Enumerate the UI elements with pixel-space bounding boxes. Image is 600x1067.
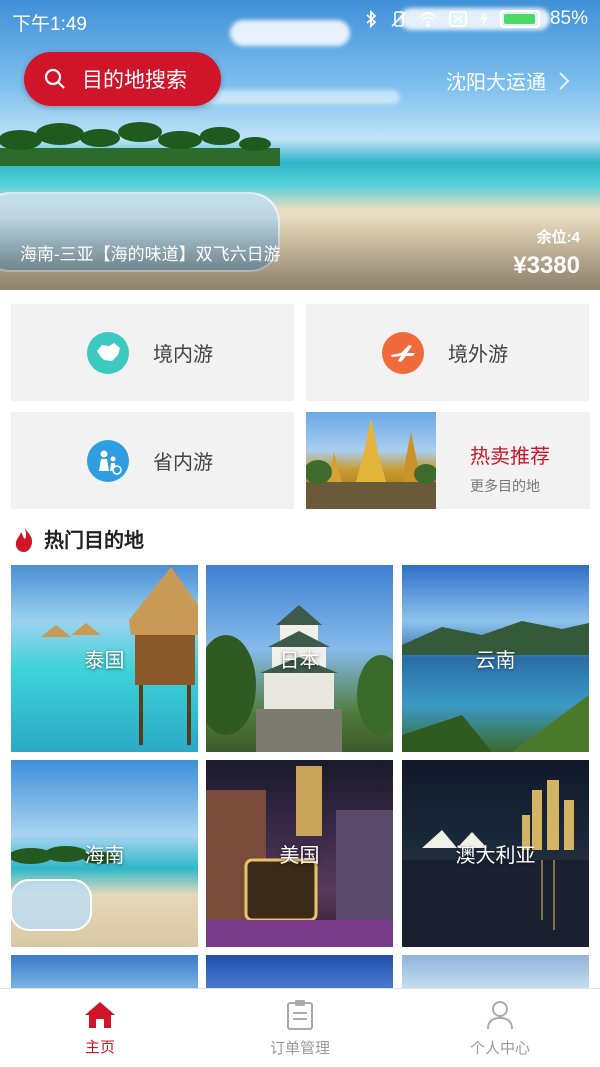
family-icon	[87, 439, 129, 482]
plane-icon	[382, 331, 424, 374]
tab-label: 订单管理	[269, 1039, 330, 1057]
destination-tile-yunnan[interactable]: 云南	[402, 565, 589, 752]
china-map-icon	[87, 331, 129, 374]
destination-name: 泰国	[84, 650, 125, 672]
battery-icon	[499, 10, 540, 28]
tab-label: 主页	[84, 1038, 115, 1056]
wifi-icon	[419, 12, 437, 27]
destination-tile-partial[interactable]	[402, 955, 589, 988]
bluetooth-icon	[366, 10, 377, 28]
sim-icon	[449, 11, 467, 27]
tour-title: 海南-三亚【海的味道】双飞六日游	[20, 245, 281, 264]
home-icon	[85, 1001, 115, 1028]
destination-tile-hainan[interactable]: 海南	[11, 760, 198, 947]
user-icon	[487, 1000, 513, 1029]
hot-recommend-image[interactable]	[306, 412, 436, 509]
destination-name: 日本	[279, 650, 320, 672]
search-icon	[44, 68, 65, 89]
clipboard-icon	[287, 999, 313, 1030]
tab-orders[interactable]: 订单管理	[200, 989, 400, 1067]
tab-label: 个人中心	[469, 1039, 530, 1057]
destination-tile-usa[interactable]: 美国	[206, 760, 393, 947]
cloud	[200, 90, 400, 104]
vibrate-icon	[391, 11, 407, 27]
destination-search-button[interactable]: 目的地搜索	[24, 52, 221, 106]
destination-tile-japan[interactable]: 日本	[206, 565, 393, 752]
tab-home[interactable]: 主页	[0, 989, 200, 1067]
destination-tile-partial[interactable]	[206, 955, 393, 988]
abroad-travel-button[interactable]: 境外游	[306, 304, 589, 401]
tab-profile[interactable]: 个人中心	[400, 989, 600, 1067]
fire-icon	[15, 525, 33, 552]
bottom-tab-bar: 主页 订单管理 个人中心	[0, 988, 600, 1067]
destination-name: 澳大利亚	[455, 845, 536, 867]
status-bar: 下午1:49 85%	[0, 0, 600, 40]
palm-trees	[0, 122, 280, 166]
abroad-label: 境外游	[448, 344, 508, 366]
destination-name: 美国	[279, 845, 320, 867]
more-destinations: 更多目的地	[470, 478, 540, 494]
hot-recommend-button[interactable]: 热卖推荐 更多目的地	[436, 412, 590, 509]
hot-title: 热卖推荐	[470, 446, 550, 468]
city-name: 沈阳大运通	[446, 72, 546, 94]
status-time: 下午1:49	[12, 14, 87, 35]
destination-name: 海南	[84, 845, 125, 867]
destination-name: 云南	[475, 650, 516, 672]
domestic-travel-button[interactable]: 境内游	[11, 304, 294, 401]
section-title: 热门目的地	[44, 530, 144, 552]
battery-percent: 85%	[549, 8, 588, 29]
temple-image	[306, 418, 436, 509]
seats-remaining: 余位:4	[536, 229, 580, 246]
destination-tile-partial[interactable]	[11, 955, 198, 988]
tour-price: ¥3380	[513, 252, 580, 279]
province-travel-button[interactable]: 省内游	[11, 412, 294, 509]
search-label: 目的地搜索	[82, 69, 187, 92]
chevron-right-icon	[559, 71, 570, 90]
hero-banner[interactable]: 下午1:49 85% 目的地搜索 沈阳大运通 海南-三亚【海的味道】双飞六日游 …	[0, 0, 600, 290]
province-label: 省内游	[153, 452, 213, 474]
city-selector[interactable]: 沈阳大运通	[446, 66, 570, 95]
destination-tile-australia[interactable]: 澳大利亚	[402, 760, 589, 947]
domestic-label: 境内游	[153, 344, 213, 366]
hot-destinations-header: 热门目的地	[12, 524, 144, 553]
destination-tile-thailand[interactable]: 泰国	[11, 565, 198, 752]
charging-icon	[479, 11, 488, 27]
